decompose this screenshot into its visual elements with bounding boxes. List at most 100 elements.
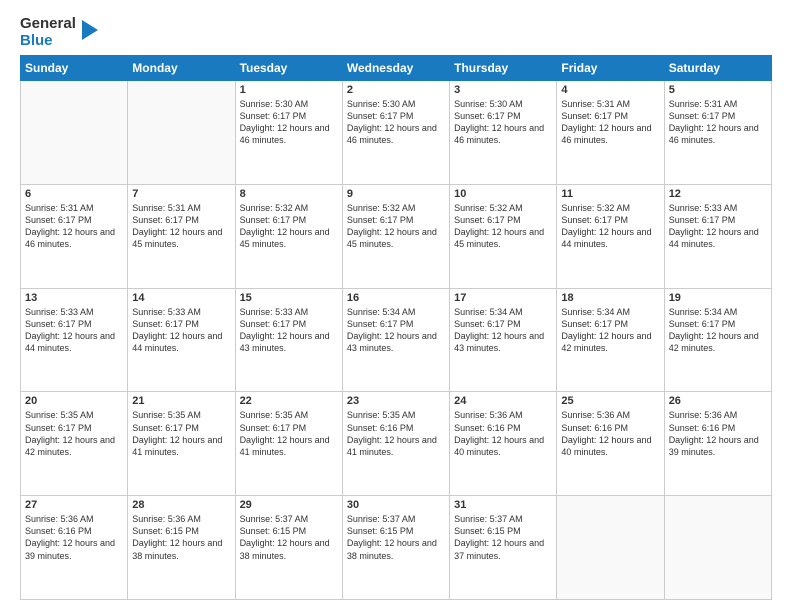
- table-row: 17 Sunrise: 5:34 AM Sunset: 6:17 PM Dayli…: [450, 288, 557, 392]
- table-row: 10Sunrise: 5:32 AM Sunset: 6:17 PM Dayli…: [450, 184, 557, 288]
- table-row: 1Sunrise: 5:30 AM Sunset: 6:17 PM Daylig…: [235, 81, 342, 185]
- day-info: Sunrise: 5:30 AM Sunset: 6:17 PM Dayligh…: [240, 98, 338, 147]
- calendar-week-row: 20 Sunrise: 5:35 AM Sunset: 6:17 PM Dayli…: [21, 392, 772, 496]
- day-number: 9: [347, 188, 445, 200]
- day-info: Sunrise: 5:33 AM Sunset: 6:17 PM Dayligh…: [240, 306, 338, 355]
- table-row: 16 Sunrise: 5:34 AM Sunset: 6:17 PM Dayli…: [342, 288, 449, 392]
- page: General Blue Sunday Monday Tuesday Wedne…: [0, 0, 792, 612]
- day-info: Sunrise: 5:34 AM Sunset: 6:17 PM Dayligh…: [669, 306, 767, 355]
- day-number: 13: [25, 292, 123, 304]
- day-number: 8: [240, 188, 338, 200]
- day-info: Sunrise: 5:30 AM Sunset: 6:17 PM Dayligh…: [347, 98, 445, 147]
- day-number: 30: [347, 499, 445, 511]
- calendar-week-row: 13 Sunrise: 5:33 AM Sunset: 6:17 PM Dayli…: [21, 288, 772, 392]
- day-number: 25: [561, 395, 659, 407]
- table-row: 2 Sunrise: 5:30 AM Sunset: 6:17 PM Daylig…: [342, 81, 449, 185]
- table-row: 4 Sunrise: 5:31 AM Sunset: 6:17 PM Daylig…: [557, 81, 664, 185]
- day-number: 3: [454, 84, 552, 96]
- day-number: 23: [347, 395, 445, 407]
- col-wednesday: Wednesday: [342, 56, 449, 81]
- table-row: 22 Sunrise: 5:35 AM Sunset: 6:17 PM Dayli…: [235, 392, 342, 496]
- day-number: 6: [25, 188, 123, 200]
- day-info: Sunrise: 5:35 AM Sunset: 6:16 PM Dayligh…: [347, 409, 445, 458]
- table-row: 20 Sunrise: 5:35 AM Sunset: 6:17 PM Dayli…: [21, 392, 128, 496]
- calendar-table: Sunday Monday Tuesday Wednesday Thursday…: [20, 55, 772, 600]
- table-row: 23 Sunrise: 5:35 AM Sunset: 6:16 PM Dayli…: [342, 392, 449, 496]
- day-info: Sunrise: 5:30 AM Sunset: 6:17 PM Dayligh…: [454, 98, 552, 147]
- day-info: Sunrise: 5:36 AM Sunset: 6:16 PM Dayligh…: [561, 409, 659, 458]
- col-friday: Friday: [557, 56, 664, 81]
- table-row: 19Sunrise: 5:34 AM Sunset: 6:17 PM Dayli…: [664, 288, 771, 392]
- day-number: 7: [132, 188, 230, 200]
- table-row: 13 Sunrise: 5:33 AM Sunset: 6:17 PM Dayli…: [21, 288, 128, 392]
- table-row: 15 Sunrise: 5:33 AM Sunset: 6:17 PM Dayli…: [235, 288, 342, 392]
- day-number: 21: [132, 395, 230, 407]
- day-info: Sunrise: 5:33 AM Sunset: 6:17 PM Dayligh…: [669, 202, 767, 251]
- table-row: 30 Sunrise: 5:37 AM Sunset: 6:15 PM Dayli…: [342, 496, 449, 600]
- day-number: 26: [669, 395, 767, 407]
- header: General Blue: [20, 16, 772, 49]
- day-info: Sunrise: 5:32 AM Sunset: 6:17 PM Dayligh…: [240, 202, 338, 251]
- day-info: Sunrise: 5:34 AM Sunset: 6:17 PM Dayligh…: [454, 306, 552, 355]
- day-number: 14: [132, 292, 230, 304]
- day-number: 17: [454, 292, 552, 304]
- calendar-header-row: Sunday Monday Tuesday Wednesday Thursday…: [21, 56, 772, 81]
- day-info: Sunrise: 5:36 AM Sunset: 6:16 PM Dayligh…: [669, 409, 767, 458]
- day-number: 29: [240, 499, 338, 511]
- day-info: Sunrise: 5:35 AM Sunset: 6:17 PM Dayligh…: [240, 409, 338, 458]
- table-row: 5Sunrise: 5:31 AM Sunset: 6:17 PM Daylig…: [664, 81, 771, 185]
- table-row: 12Sunrise: 5:33 AM Sunset: 6:17 PM Dayli…: [664, 184, 771, 288]
- table-row: [557, 496, 664, 600]
- day-info: Sunrise: 5:35 AM Sunset: 6:17 PM Dayligh…: [132, 409, 230, 458]
- day-info: Sunrise: 5:36 AM Sunset: 6:15 PM Dayligh…: [132, 513, 230, 562]
- day-info: Sunrise: 5:36 AM Sunset: 6:16 PM Dayligh…: [25, 513, 123, 562]
- day-number: 2: [347, 84, 445, 96]
- table-row: 6Sunrise: 5:31 AM Sunset: 6:17 PM Daylig…: [21, 184, 128, 288]
- day-info: Sunrise: 5:31 AM Sunset: 6:17 PM Dayligh…: [561, 98, 659, 147]
- day-info: Sunrise: 5:36 AM Sunset: 6:16 PM Dayligh…: [454, 409, 552, 458]
- day-number: 15: [240, 292, 338, 304]
- table-row: 14Sunrise: 5:33 AM Sunset: 6:17 PM Dayli…: [128, 288, 235, 392]
- col-tuesday: Tuesday: [235, 56, 342, 81]
- col-monday: Monday: [128, 56, 235, 81]
- table-row: 24Sunrise: 5:36 AM Sunset: 6:16 PM Dayli…: [450, 392, 557, 496]
- day-number: 28: [132, 499, 230, 511]
- logo: General Blue: [20, 16, 100, 49]
- day-number: 31: [454, 499, 552, 511]
- day-info: Sunrise: 5:33 AM Sunset: 6:17 PM Dayligh…: [25, 306, 123, 355]
- day-info: Sunrise: 5:34 AM Sunset: 6:17 PM Dayligh…: [561, 306, 659, 355]
- table-row: 18 Sunrise: 5:34 AM Sunset: 6:17 PM Dayli…: [557, 288, 664, 392]
- day-number: 18: [561, 292, 659, 304]
- day-number: 10: [454, 188, 552, 200]
- calendar-week-row: 6 Sunrise: 5:31 AM Sunset: 6:17 PM Daylig…: [21, 184, 772, 288]
- day-info: Sunrise: 5:34 AM Sunset: 6:17 PM Dayligh…: [347, 306, 445, 355]
- day-number: 22: [240, 395, 338, 407]
- col-thursday: Thursday: [450, 56, 557, 81]
- table-row: 8 Sunrise: 5:32 AM Sunset: 6:17 PM Daylig…: [235, 184, 342, 288]
- day-info: Sunrise: 5:35 AM Sunset: 6:17 PM Dayligh…: [25, 409, 123, 458]
- day-number: 4: [561, 84, 659, 96]
- table-row: [664, 496, 771, 600]
- col-saturday: Saturday: [664, 56, 771, 81]
- table-row: 3 Sunrise: 5:30 AM Sunset: 6:17 PM Daylig…: [450, 81, 557, 185]
- calendar-week-row: 1Sunrise: 5:30 AM Sunset: 6:17 PM Daylig…: [21, 81, 772, 185]
- day-info: Sunrise: 5:37 AM Sunset: 6:15 PM Dayligh…: [240, 513, 338, 562]
- table-row: 25 Sunrise: 5:36 AM Sunset: 6:16 PM Dayli…: [557, 392, 664, 496]
- table-row: 9Sunrise: 5:32 AM Sunset: 6:17 PM Daylig…: [342, 184, 449, 288]
- calendar-week-row: 27 Sunrise: 5:36 AM Sunset: 6:16 PM Dayli…: [21, 496, 772, 600]
- day-number: 27: [25, 499, 123, 511]
- table-row: 31 Sunrise: 5:37 AM Sunset: 6:15 PM Dayli…: [450, 496, 557, 600]
- table-row: [21, 81, 128, 185]
- day-number: 5: [669, 84, 767, 96]
- day-number: 16: [347, 292, 445, 304]
- day-info: Sunrise: 5:37 AM Sunset: 6:15 PM Dayligh…: [347, 513, 445, 562]
- day-number: 11: [561, 188, 659, 200]
- col-sunday: Sunday: [21, 56, 128, 81]
- day-number: 20: [25, 395, 123, 407]
- table-row: 28 Sunrise: 5:36 AM Sunset: 6:15 PM Dayli…: [128, 496, 235, 600]
- table-row: 11Sunrise: 5:32 AM Sunset: 6:17 PM Dayli…: [557, 184, 664, 288]
- day-info: Sunrise: 5:37 AM Sunset: 6:15 PM Dayligh…: [454, 513, 552, 562]
- table-row: 21 Sunrise: 5:35 AM Sunset: 6:17 PM Dayli…: [128, 392, 235, 496]
- table-row: 27 Sunrise: 5:36 AM Sunset: 6:16 PM Dayli…: [21, 496, 128, 600]
- day-info: Sunrise: 5:31 AM Sunset: 6:17 PM Dayligh…: [132, 202, 230, 251]
